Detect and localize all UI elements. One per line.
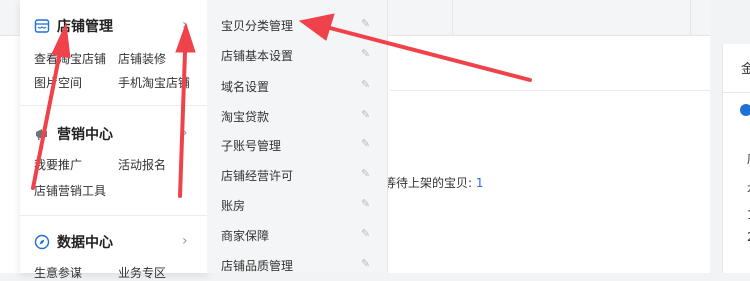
top-strip-divider [452, 0, 453, 35]
waiting-items-label: 等待上架的宝贝: [384, 176, 473, 190]
submenu-item-label: 店铺品质管理 [221, 259, 294, 273]
pin-icon[interactable]: ✎ [361, 167, 370, 180]
submenu-item[interactable]: 域名设置 ✎ [221, 75, 371, 95]
submenu-item-label: 域名设置 [221, 80, 270, 94]
submenu-item[interactable]: 店铺基本设置 ✎ [221, 44, 371, 64]
chevron-right-icon: › [182, 233, 188, 249]
right-panel: 金 [722, 44, 750, 273]
compass-icon [34, 234, 50, 250]
submenu-item-label: 宝贝分类管理 [221, 19, 294, 33]
waiting-items-text: 等待上架的宝贝: 1 [384, 174, 484, 191]
menu-link[interactable]: 活动报名 [118, 156, 166, 173]
submenu-item[interactable]: 淘宝贷款 ✎ [221, 105, 371, 125]
section-title: 数据中心 [57, 235, 113, 251]
submenu-item[interactable]: 店铺经营许可 ✎ [221, 164, 371, 184]
menu-link[interactable]: 图片空间 [34, 74, 82, 91]
menu-link[interactable]: 店铺装修 [118, 50, 166, 67]
menu-link[interactable]: 店铺营销工具 [34, 182, 106, 199]
pin-icon[interactable]: ✎ [361, 17, 370, 30]
pin-icon[interactable]: ✎ [361, 78, 370, 91]
section-header[interactable]: 营销中心 [34, 124, 113, 144]
chevron-right-icon: › [182, 125, 188, 141]
shop-icon [34, 18, 50, 34]
pin-icon[interactable]: ✎ [361, 47, 370, 60]
section-title: 营销中心 [57, 127, 113, 143]
section-divider [20, 215, 207, 216]
section-title: 店铺管理 [57, 19, 113, 35]
shop-menu-panel: 店铺管理 › 查看淘宝店铺 店铺装修 图片空间 手机淘宝店铺 营销中心 › 我要… [20, 0, 208, 280]
section-divider [20, 105, 207, 106]
submenu-item-label: 账房 [221, 199, 246, 213]
pin-icon[interactable]: ✎ [361, 108, 370, 121]
shop-submenu: 宝贝分类管理 ✎ 店铺基本设置 ✎ 域名设置 ✎ 淘宝贷款 ✎ 子账号管理 ✎ … [207, 0, 388, 273]
pin-icon[interactable]: ✎ [361, 227, 370, 240]
submenu-item[interactable]: 子账号管理 ✎ [221, 134, 371, 154]
submenu-item-label: 店铺经营许可 [221, 169, 294, 183]
right-panel-title: 金 [741, 62, 750, 77]
menu-link[interactable]: 手机淘宝店铺 [118, 74, 190, 91]
waiting-items-count[interactable]: 1 [476, 176, 484, 190]
right-panel-divider [723, 92, 750, 93]
submenu-item[interactable]: 宝贝分类管理 ✎ [221, 14, 371, 34]
section-header[interactable]: 店铺管理 [34, 16, 113, 36]
pin-icon[interactable]: ✎ [361, 197, 370, 210]
submenu-item-label: 淘宝贷款 [221, 110, 270, 124]
submenu-item-label: 店铺基本设置 [221, 49, 294, 63]
submenu-item[interactable]: 店铺品质管理 ✎ [221, 254, 371, 274]
submenu-item[interactable]: 商家保障 ✎ [221, 224, 371, 244]
chevron-right-icon: › [182, 17, 188, 33]
submenu-item-label: 商家保障 [221, 229, 270, 243]
submenu-item-label: 子账号管理 [221, 139, 282, 153]
pin-icon[interactable]: ✎ [361, 137, 370, 150]
content-divider [390, 90, 710, 91]
top-strip-divider [690, 0, 691, 35]
menu-link[interactable]: 我要推广 [34, 156, 82, 173]
pin-icon[interactable]: ✎ [361, 257, 370, 270]
menu-link[interactable]: 查看淘宝店铺 [34, 50, 106, 67]
megaphone-icon [34, 126, 50, 142]
section-header[interactable]: 数据中心 [34, 232, 113, 252]
info-icon [740, 104, 750, 116]
submenu-item[interactable]: 账房 ✎ [221, 194, 371, 214]
